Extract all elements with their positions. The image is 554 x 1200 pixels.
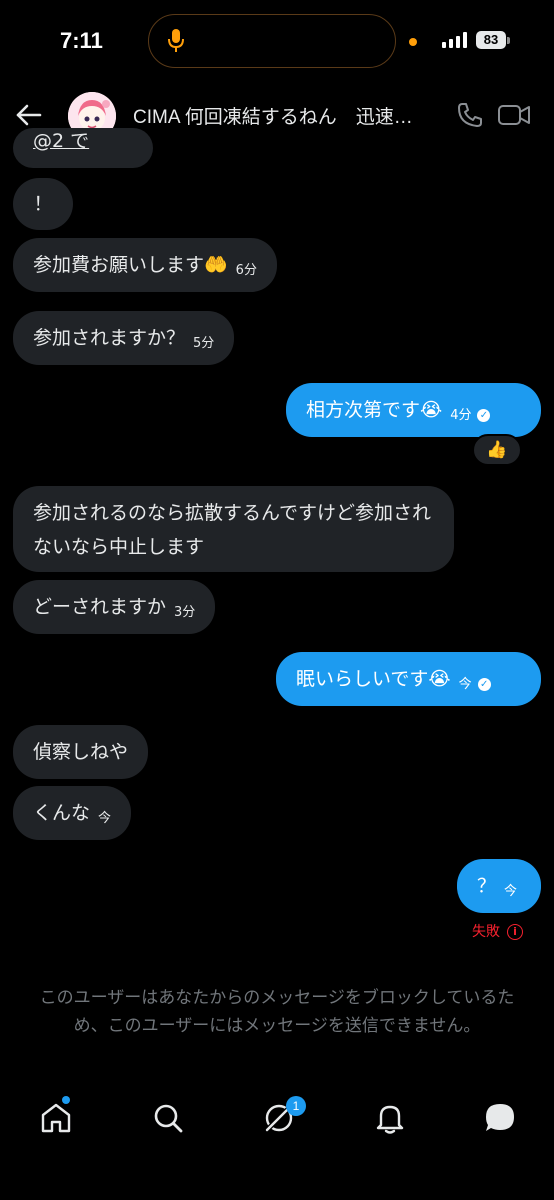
sent-message-bubble[interactable]: 相方次第です😭 4分 ✓ — [286, 383, 541, 437]
send-failed-label[interactable]: 失敗 — [472, 921, 500, 941]
phone-icon[interactable] — [455, 100, 485, 130]
message-bubble[interactable]: 偵察しねや — [13, 725, 149, 779]
message-text: 偵察しねや — [33, 741, 129, 763]
bell-icon[interactable] — [372, 1100, 408, 1136]
message-bubble[interactable]: @2 で — [13, 128, 153, 168]
signal-icon — [442, 32, 467, 48]
message-text: 参加されますか？ — [33, 327, 186, 349]
message-bubble[interactable]: どーされますか 3分 — [13, 580, 216, 634]
message-text: 参加されるのなら拡散するんですけど参加されないなら中止します — [33, 502, 432, 558]
conversation-title[interactable]: CIMA 何回凍結するねん 迅速… — [133, 102, 435, 129]
dynamic-island — [148, 14, 396, 68]
battery-icon: 83 — [476, 31, 506, 49]
messages-icon[interactable] — [482, 1100, 518, 1136]
message-text: 眠いらしいです😭 — [296, 668, 451, 690]
home-indicator — [140, 1185, 414, 1190]
video-call-icon[interactable] — [497, 100, 531, 130]
message-text: くんな — [33, 802, 91, 824]
message-text: ！ — [33, 193, 53, 215]
messages-badge: 1 — [286, 1096, 306, 1116]
message-timestamp: 今 — [458, 677, 472, 692]
bottom-nav: 1 — [0, 1086, 554, 1156]
message-bubble[interactable]: 参加費お願いします🤲 6分 — [13, 238, 277, 292]
microphone-icon — [168, 29, 184, 52]
status-time: 7:11 — [60, 28, 103, 53]
sent-message-bubble[interactable]: ？今 — [457, 859, 541, 913]
home-icon[interactable] — [38, 1100, 74, 1136]
battery-tip — [507, 37, 510, 44]
message-timestamp: 今 — [98, 811, 112, 826]
message-timestamp: 6分 — [235, 263, 257, 278]
search-icon[interactable] — [150, 1100, 186, 1136]
message-timestamp: 4分 — [450, 408, 472, 423]
blocked-notice: このユーザーはあなたからのメッセージをブロックしているため、このユーザーにはメッ… — [39, 988, 515, 1036]
message-timestamp: 3分 — [174, 605, 196, 620]
message-bubble[interactable]: 参加されるのなら拡散するんですけど参加されないなら中止します — [13, 486, 454, 572]
status-bar: 7:11 83 — [0, 0, 554, 80]
message-text: ？ — [477, 875, 497, 897]
message-text: 相方次第です😭 — [306, 399, 443, 421]
reaction-badge[interactable]: 👍 — [472, 434, 522, 466]
message-text: どーされますか — [33, 596, 167, 618]
home-notification-dot — [62, 1096, 70, 1104]
read-check-icon: ✓ — [477, 678, 491, 691]
message-bubble[interactable]: くんな今 — [13, 786, 132, 840]
message-bubble[interactable]: 参加されますか？ 5分 — [13, 311, 235, 365]
message-timestamp: 今 — [504, 884, 518, 899]
info-icon[interactable]: i — [507, 924, 523, 940]
message-text: 参加費お願いします🤲 — [33, 254, 228, 276]
read-check-icon: ✓ — [477, 409, 491, 422]
message-timestamp: 5分 — [193, 336, 215, 351]
sent-message-bubble[interactable]: 眠いらしいです😭 今 ✓ — [276, 652, 541, 706]
back-arrow-icon[interactable] — [12, 98, 46, 132]
message-bubble[interactable]: ！ — [13, 178, 73, 230]
message-text: @2 で — [33, 130, 90, 152]
privacy-indicator — [409, 38, 417, 46]
